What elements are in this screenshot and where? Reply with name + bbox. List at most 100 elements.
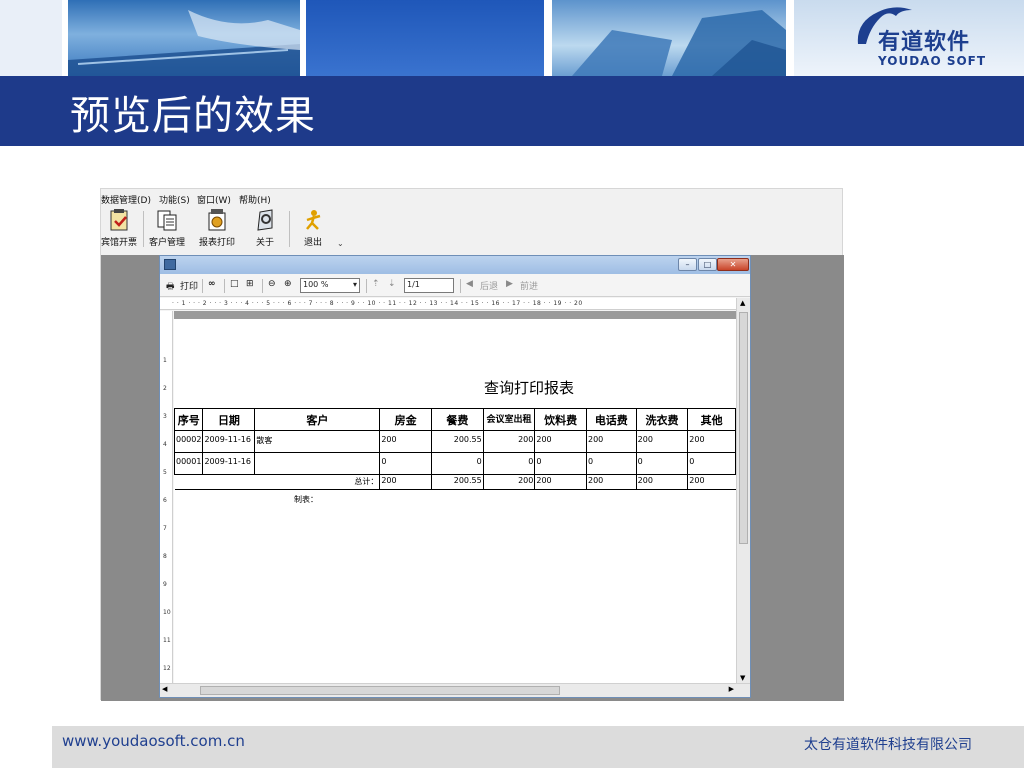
page-number-input[interactable]: 1/1 bbox=[404, 278, 454, 293]
ruler-mark: 6 bbox=[163, 497, 167, 504]
zoom-in-icon[interactable]: ⊕ bbox=[284, 279, 292, 289]
menu-help[interactable]: 帮助(H) bbox=[239, 193, 271, 206]
ruler-mark: 4 bbox=[163, 441, 167, 448]
page-margin-bar bbox=[174, 311, 736, 319]
minimize-button[interactable]: – bbox=[678, 258, 697, 271]
maximize-button[interactable]: □ bbox=[698, 258, 717, 271]
scroll-up-icon[interactable]: ▲ bbox=[740, 299, 745, 307]
column-header: 饮料费 bbox=[534, 408, 587, 431]
horizontal-scrollbar[interactable]: ◀ ▶ bbox=[160, 683, 750, 697]
toolbar-separator bbox=[143, 211, 144, 247]
table-cell: 200.55 bbox=[430, 430, 484, 453]
page-up-icon[interactable]: ⇡ bbox=[372, 279, 380, 289]
table-cell: 0 bbox=[534, 452, 587, 475]
back-icon[interactable]: ◀ bbox=[466, 279, 473, 289]
report-print-icon bbox=[206, 209, 228, 231]
ruler-mark: 10 bbox=[163, 609, 171, 616]
table-cell bbox=[174, 474, 203, 490]
total-cell: 200 bbox=[379, 474, 432, 490]
table-cell: 0 bbox=[430, 452, 484, 475]
page-down-icon[interactable]: ⇣ bbox=[388, 279, 396, 289]
table-cell: 0 bbox=[482, 452, 536, 475]
customer-label: 客户管理 bbox=[148, 238, 185, 248]
exit-button[interactable]: 退出 bbox=[291, 209, 335, 248]
toolbar-separator bbox=[202, 279, 203, 293]
column-header: 电话费 bbox=[585, 408, 637, 431]
printer-icon[interactable]: 🖶 bbox=[166, 279, 175, 295]
vertical-scroll-thumb[interactable] bbox=[739, 312, 748, 544]
table-cell: 200 bbox=[687, 430, 736, 453]
toolbar-separator bbox=[460, 279, 461, 293]
table-cell bbox=[254, 452, 381, 475]
toolbar-overflow-icon[interactable]: ⌄ bbox=[337, 239, 344, 248]
about-label: 关于 bbox=[255, 238, 274, 248]
single-page-icon[interactable]: □ bbox=[230, 279, 239, 289]
column-header: 客户 bbox=[254, 408, 381, 431]
customer-management-button[interactable]: 客户管理 bbox=[145, 209, 189, 248]
report-table: 序号 日期 客户 房金 餐费 会议室出租 饮料费 电话费 洗衣费 其他 0000… bbox=[174, 408, 736, 490]
ruler-mark: 8 bbox=[163, 553, 167, 560]
total-row: 总计： 200 200.55 200 200 200 200 200 bbox=[174, 474, 736, 490]
report-page: 查询打印报表 序号 日期 客户 房金 餐费 会议室出租 饮料费 电话费 洗衣费 … bbox=[174, 311, 736, 683]
table-cell: 00001 bbox=[174, 452, 204, 475]
ruler-mark: 9 bbox=[163, 581, 167, 588]
toolbar-separator bbox=[289, 211, 290, 247]
report-print-button[interactable]: 报表打印 bbox=[195, 209, 239, 248]
about-icon bbox=[254, 209, 276, 231]
table-header-row: 序号 日期 客户 房金 餐费 会议室出租 饮料费 电话费 洗衣费 其他 bbox=[174, 408, 736, 431]
column-header: 洗衣费 bbox=[635, 408, 689, 431]
footer-company: 太仓有道软件科技有限公司 bbox=[804, 737, 972, 753]
table-cell: 散客 bbox=[254, 430, 381, 453]
header-banner: 有道软件 YOUDAO SOFT bbox=[0, 0, 1024, 76]
ruler-mark: 5 bbox=[163, 469, 167, 476]
invoice-button[interactable]: 宾馆开票 bbox=[97, 209, 141, 248]
binoculars-icon[interactable]: ∞ bbox=[208, 279, 216, 289]
column-header: 会议室出租 bbox=[482, 408, 536, 431]
toolbar-separator bbox=[224, 279, 225, 293]
hotel-app-window: 数据管理(D) 功能(S) 窗口(W) 帮助(H) 宾馆开票 客户管理 报表打印 bbox=[97, 188, 844, 701]
total-cell: 200 bbox=[534, 474, 587, 490]
column-header: 序号 bbox=[174, 408, 204, 431]
menu-window[interactable]: 窗口(W) bbox=[197, 193, 231, 206]
ruler-mark: 1 bbox=[163, 357, 167, 364]
column-header: 日期 bbox=[202, 408, 256, 431]
menu-bar: 数据管理(D) 功能(S) 窗口(W) 帮助(H) bbox=[101, 189, 842, 207]
preview-toolbar: 🖶 打印 ∞ □ ⊞ ⊖ ⊕ 100 % ▾ ⇡ ⇣ 1/1 ◀ 后退 ▶ 前进 bbox=[160, 275, 750, 297]
table-cell: 2009-11-16 bbox=[202, 452, 256, 475]
forward-button[interactable]: 前进 bbox=[520, 279, 538, 292]
total-cell: 200 bbox=[585, 474, 637, 490]
scroll-left-icon[interactable]: ◀ bbox=[162, 685, 167, 693]
banner-left-block bbox=[0, 0, 62, 76]
table-cell: 0 bbox=[585, 452, 637, 475]
ruler-mark: 3 bbox=[163, 413, 167, 420]
toolbar-separator bbox=[366, 279, 367, 293]
scroll-right-icon[interactable]: ▶ bbox=[729, 685, 734, 693]
print-button[interactable]: 打印 bbox=[180, 279, 198, 292]
about-button[interactable]: 关于 bbox=[243, 209, 287, 248]
back-button[interactable]: 后退 bbox=[480, 279, 498, 292]
table-cell: 2009-11-16 bbox=[202, 430, 256, 453]
forward-icon[interactable]: ▶ bbox=[506, 279, 513, 289]
column-header: 餐费 bbox=[430, 408, 484, 431]
footer-url[interactable]: www.youdaosoft.com.cn bbox=[62, 732, 245, 750]
total-cell: 200.55 bbox=[430, 474, 484, 490]
horizontal-scroll-thumb[interactable] bbox=[200, 686, 560, 695]
menu-data-management[interactable]: 数据管理(D) bbox=[101, 193, 151, 206]
scroll-down-icon[interactable]: ▼ bbox=[740, 674, 745, 682]
table-cell bbox=[202, 474, 255, 490]
table-cell: 0 bbox=[635, 452, 689, 475]
menu-function[interactable]: 功能(S) bbox=[159, 193, 190, 206]
print-preview-window: – □ ✕ 🖶 打印 ∞ □ ⊞ ⊖ ⊕ 100 % ▾ ⇡ ⇣ 1/1 ◀ 后… bbox=[159, 255, 751, 698]
close-button[interactable]: ✕ bbox=[717, 258, 749, 271]
slide-title: 预览后的效果 bbox=[70, 93, 316, 139]
table-cell: 200 bbox=[534, 430, 587, 453]
total-label: 总计： bbox=[254, 474, 380, 490]
table-cell: 0 bbox=[687, 452, 736, 475]
zoom-out-icon[interactable]: ⊖ bbox=[268, 279, 276, 289]
multi-page-icon[interactable]: ⊞ bbox=[246, 279, 254, 289]
zoom-select[interactable]: 100 % ▾ bbox=[300, 278, 360, 293]
table-cell: 00002 bbox=[174, 430, 204, 453]
toolbar-separator bbox=[262, 279, 263, 293]
vertical-scrollbar[interactable]: ▲ ▼ bbox=[736, 298, 750, 683]
total-cell: 200 bbox=[482, 474, 535, 490]
